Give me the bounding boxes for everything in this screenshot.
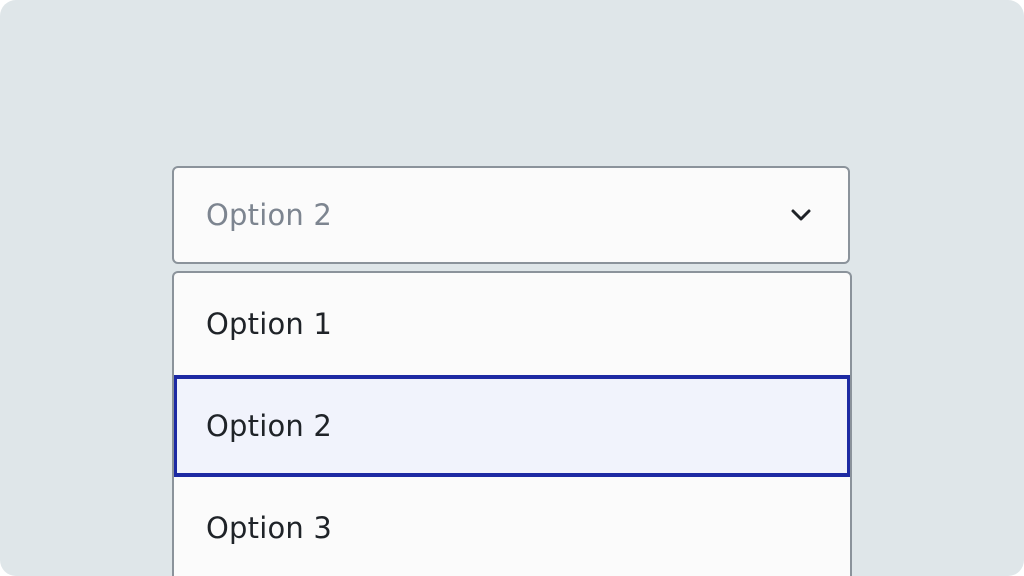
page-background: Option 2 Option 1 Option 2 Option 3 <box>0 0 1024 576</box>
option-label: Option 1 <box>206 307 333 341</box>
select-value: Option 2 <box>206 198 333 232</box>
option-label: Option 3 <box>206 511 333 545</box>
chevron-down-icon[interactable] <box>788 202 814 228</box>
select-dropdown[interactable]: Option 2 <box>172 166 850 264</box>
options-listbox: Option 1 Option 2 Option 3 <box>172 271 852 576</box>
option-3[interactable]: Option 3 <box>174 477 850 576</box>
option-label: Option 2 <box>206 409 333 443</box>
option-1[interactable]: Option 1 <box>174 273 850 375</box>
option-2[interactable]: Option 2 <box>174 375 850 477</box>
